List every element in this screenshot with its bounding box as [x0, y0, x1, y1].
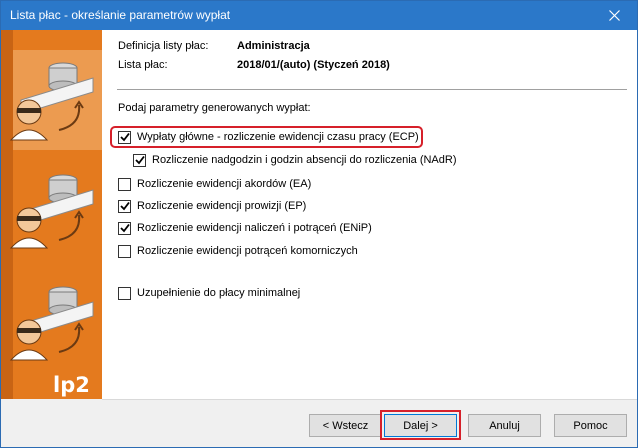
option-enip[interactable]: Rozliczenie ewidencji naliczeń i potrące…	[118, 220, 372, 236]
option-label: Rozliczenie ewidencji akordów (EA)	[137, 178, 312, 190]
option-ep[interactable]: Rozliczenie ewidencji prowizji (EP)	[118, 198, 306, 214]
option-label: Rozliczenie ewidencji potrąceń komornicz…	[137, 245, 358, 257]
close-icon	[609, 10, 620, 21]
option-nadr[interactable]: Rozliczenie nadgodzin i godzin absencji …	[133, 152, 457, 168]
wizard-sidebar: lp2	[1, 30, 102, 399]
options-prompt: Podaj parametry generowanych wypłat:	[118, 102, 311, 114]
option-label: Wypłaty główne - rozliczenie ewidencji c…	[137, 131, 419, 143]
definition-label: Definicja listy płac:	[118, 40, 209, 52]
help-button[interactable]: Pomoc	[554, 414, 627, 437]
option-label: Rozliczenie ewidencji prowizji (EP)	[137, 200, 307, 212]
option-komornicze[interactable]: Rozliczenie ewidencji potrąceń komornicz…	[118, 243, 358, 259]
wizard-illustration	[9, 50, 102, 361]
definition-value: Administracja	[237, 40, 310, 52]
checkbox[interactable]	[133, 153, 146, 167]
checkbox[interactable]	[118, 130, 131, 144]
checkbox[interactable]	[118, 244, 131, 258]
option-label: Rozliczenie ewidencji naliczeń i potrące…	[137, 222, 372, 234]
list-value: 2018/01/(auto) (Styczeń 2018)	[237, 59, 390, 71]
checkbox[interactable]	[118, 221, 131, 235]
checkbox[interactable]	[118, 177, 131, 191]
checkmark-icon	[119, 132, 130, 142]
brand-logo: lp2	[53, 373, 90, 397]
separator	[117, 89, 627, 90]
next-button[interactable]: Dalej >	[384, 414, 457, 437]
checkbox[interactable]	[118, 286, 131, 300]
checkmark-icon	[119, 223, 130, 233]
back-button[interactable]: < Wstecz	[309, 414, 382, 437]
option-placa-minimalna[interactable]: Uzupełnienie do płacy minimalnej	[118, 285, 300, 301]
option-ecp[interactable]: Wypłaty główne - rozliczenie ewidencji c…	[118, 129, 419, 145]
button-bar: < Wstecz Dalej > Anuluj Pomoc	[102, 399, 637, 447]
list-label: Lista płac:	[118, 59, 168, 71]
title-bar: Lista płac - określanie parametrów wypła…	[1, 1, 637, 30]
checkbox[interactable]	[118, 199, 131, 213]
wizard-content: Definicja listy płac: Administracja List…	[102, 30, 637, 399]
checkmark-icon	[119, 201, 130, 211]
window-title: Lista płac - określanie parametrów wypła…	[10, 8, 231, 22]
cancel-button[interactable]: Anuluj	[468, 414, 541, 437]
dialog-window: Lista płac - określanie parametrów wypła…	[0, 0, 638, 448]
option-ea[interactable]: Rozliczenie ewidencji akordów (EA)	[118, 176, 311, 192]
option-label: Rozliczenie nadgodzin i godzin absencji …	[152, 154, 457, 166]
close-button[interactable]	[592, 1, 637, 30]
option-label: Uzupełnienie do płacy minimalnej	[137, 287, 301, 299]
checkmark-icon	[134, 155, 145, 165]
